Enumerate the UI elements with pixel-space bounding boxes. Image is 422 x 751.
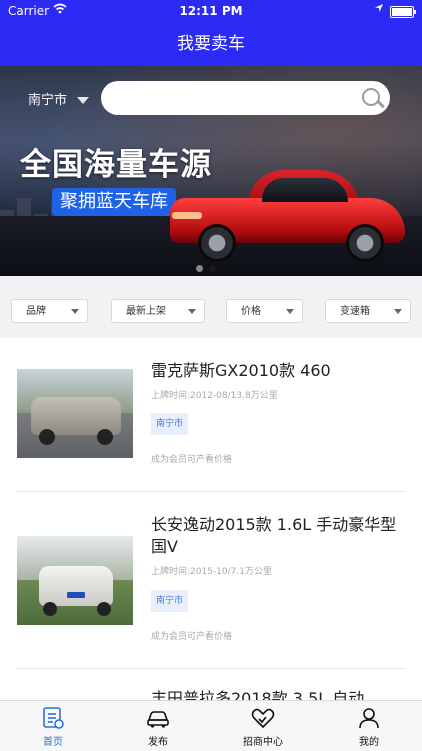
triangle-down-icon <box>77 97 90 104</box>
filter-gearbox[interactable]: 变速箱 <box>325 299 411 323</box>
clock: 12:11 PM <box>179 4 243 18</box>
listing-meta: 上牌时间:2015-10/7.1万公里 <box>151 567 272 577</box>
filter-brand[interactable]: 品牌 <box>11 299 88 323</box>
tab-investment[interactable]: 招商中心 <box>221 701 305 751</box>
tab-bar: 首页 发布 招商中心 我的 <box>0 700 422 751</box>
home-list-icon <box>41 706 65 730</box>
status-bar: Carrier 12:11 PM <box>0 0 422 22</box>
tab-label: 我的 <box>359 737 379 748</box>
page-title: 我要卖车 <box>177 34 245 54</box>
tab-profile[interactable]: 我的 <box>327 701 411 751</box>
city-selector[interactable]: 南宁市 <box>28 89 90 108</box>
car-thumbnail <box>17 536 133 625</box>
caret-down-icon <box>286 309 294 314</box>
price-note: 成为会员可产看价格 <box>151 455 233 465</box>
listing-meta: 上牌时间:2012-08/13.8万公里 <box>151 391 278 401</box>
car-list: 雷克萨斯GX2010款 460 上牌时间:2012-08/13.8万公里 南宁市… <box>0 338 422 700</box>
red-car-image <box>166 168 411 262</box>
nav-bar: 我要卖车 <box>0 22 422 66</box>
price-note: 成为会员可产看价格 <box>151 632 233 642</box>
search-bar[interactable] <box>101 81 390 115</box>
filter-label: 品牌 <box>26 306 46 317</box>
filter-bar: 品牌 最新上架 价格 变速箱 <box>0 286 422 336</box>
tab-label: 发布 <box>148 737 168 748</box>
city-badge: 南宁市 <box>151 413 189 435</box>
filter-price[interactable]: 价格 <box>226 299 303 323</box>
car-thumbnail <box>17 369 133 458</box>
city-badge: 南宁市 <box>151 590 189 612</box>
tab-label: 首页 <box>43 737 63 748</box>
location-arrow-icon <box>374 3 384 16</box>
filter-label: 价格 <box>241 306 261 317</box>
page-dot-active <box>209 265 216 272</box>
search-input[interactable] <box>115 87 349 111</box>
page-dot <box>196 265 203 272</box>
tab-publish[interactable]: 发布 <box>116 701 200 751</box>
page-indicator <box>196 257 222 276</box>
caret-down-icon <box>71 309 79 314</box>
listing-title: 长安逸动2015款 1.6L 手动豪华型 国V <box>151 515 397 556</box>
banner-tag: 聚拥蓝天车库 <box>52 188 176 216</box>
car-icon <box>146 706 170 730</box>
listing-title: 雷克萨斯GX2010款 460 <box>151 361 331 380</box>
listing-title: 丰田普拉多2018款 3.5L 自动 <box>151 689 365 700</box>
handshake-heart-icon <box>251 706 275 730</box>
caret-down-icon <box>188 309 196 314</box>
battery-icon <box>390 6 416 18</box>
filter-label: 变速箱 <box>340 306 370 317</box>
list-item[interactable]: 长安逸动2015款 1.6L 手动豪华型 国V 上牌时间:2015-10/7.1… <box>0 492 422 668</box>
list-item[interactable]: 丰田普拉多2018款 3.5L 自动 <box>0 669 422 700</box>
caret-down-icon <box>394 309 402 314</box>
filter-newest[interactable]: 最新上架 <box>111 299 205 323</box>
filter-label: 最新上架 <box>126 306 166 317</box>
tab-home[interactable]: 首页 <box>11 701 95 751</box>
city-label: 南宁市 <box>28 93 68 108</box>
search-icon[interactable] <box>362 88 380 106</box>
tab-label: 招商中心 <box>243 737 283 748</box>
promo-banner[interactable]: 南宁市 全国海量车源 聚拥蓝天车库 <box>0 66 422 276</box>
person-icon <box>357 706 381 730</box>
list-item[interactable]: 雷克萨斯GX2010款 460 上牌时间:2012-08/13.8万公里 南宁市… <box>0 338 422 491</box>
